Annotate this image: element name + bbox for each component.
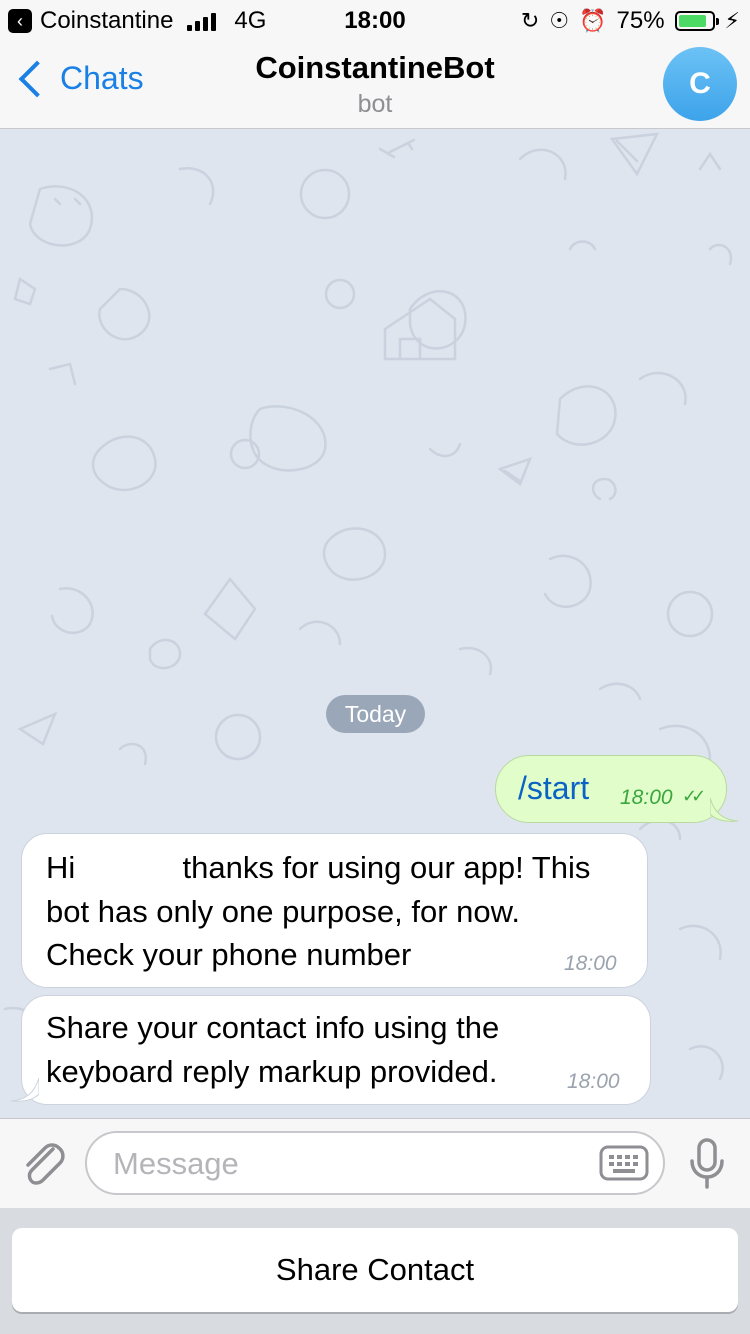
bubble-tail <box>10 1078 39 1102</box>
message-line[interactable]: bot has only one purpose, for now. <box>46 894 520 930</box>
orientation-lock-icon: ☉ <box>549 8 570 33</box>
chat-title[interactable]: CoinstantineBot <box>0 50 750 86</box>
message-composer <box>0 1118 750 1209</box>
message-text[interactable]: /start <box>518 770 589 807</box>
battery-percent: 75% <box>616 7 665 34</box>
sync-icon: ↻ <box>520 8 540 33</box>
status-bar: ‹ Coinstantine 4G 18:00 ↻ ☉ ⏰ 75% ⚡ <box>0 0 750 40</box>
message-line[interactable]: Hi thanks for using our app! This <box>46 850 590 887</box>
message-line[interactable]: Share your contact info using the <box>46 1010 499 1046</box>
bubble-tail <box>710 798 739 822</box>
message-input[interactable] <box>111 1143 575 1185</box>
share-contact-button[interactable]: Share Contact <box>12 1228 738 1312</box>
chat-subtitle: bot <box>357 90 393 118</box>
battery-icon <box>674 11 719 31</box>
message-list[interactable]: Today /start 18:00 ✓✓ Hi thanks for usin… <box>0 129 750 1118</box>
message-input-box[interactable] <box>85 1131 665 1195</box>
message-line[interactable]: keyboard reply markup provided. <box>46 1054 497 1090</box>
status-right: ↻ ☉ ⏰ 75% ⚡ <box>521 7 740 35</box>
message-time: 18:00 <box>567 1070 620 1093</box>
charging-icon: ⚡ <box>724 8 740 33</box>
chat-header: Chats CoinstantineBot bot C <box>0 40 750 129</box>
incoming-message[interactable]: Share your contact info using the keyboa… <box>10 995 651 1105</box>
read-checkmarks-icon: ✓✓ <box>682 786 706 806</box>
avatar[interactable]: C <box>663 47 737 121</box>
reply-keyboard: Share Contact <box>0 1208 750 1334</box>
keyboard-toggle-icon[interactable] <box>599 1145 649 1181</box>
message-line[interactable]: Check your phone number <box>46 937 411 973</box>
microphone-icon[interactable] <box>688 1137 726 1191</box>
redacted-name <box>83 852 174 887</box>
message-time: 18:00 <box>564 952 617 975</box>
attach-icon[interactable] <box>18 1137 68 1191</box>
date-separator: Today <box>326 695 425 733</box>
incoming-message[interactable]: Hi thanks for using our app! This bot ha… <box>21 833 648 988</box>
outgoing-message[interactable]: /start 18:00 ✓✓ <box>495 755 739 823</box>
alarm-icon: ⏰ <box>579 8 607 33</box>
message-time: 18:00 <box>620 786 673 809</box>
